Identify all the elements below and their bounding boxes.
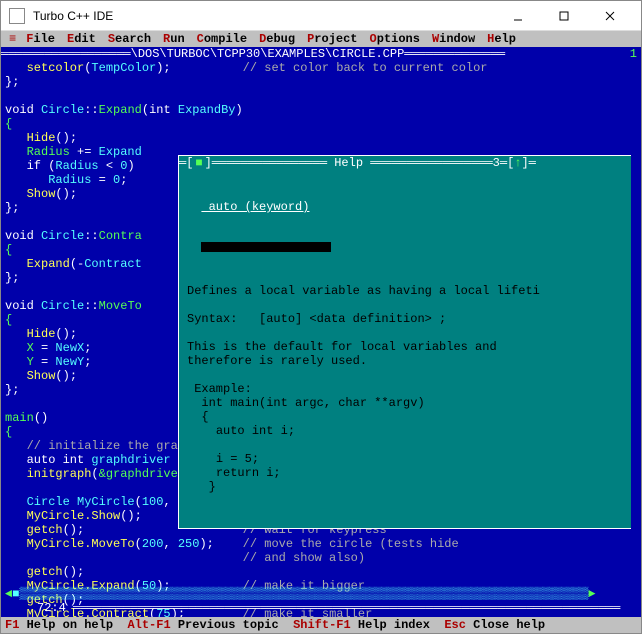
code-line[interactable]: Hide(); [5,131,637,145]
help-line: This is the default for local variables … [187,340,629,354]
window-number: 1 [630,47,637,61]
close-button[interactable] [587,1,633,31]
help-window[interactable]: ═[■]════════════════ Help ══════════════… [178,155,638,529]
vertical-scrollbar[interactable] [631,61,640,601]
menu-item-edit[interactable]: Edit [67,32,96,46]
editor-frame-bottom: ◄ ■▒▒▒▒▒▒▒▒▒▒▒▒▒▒▒▒▒▒▒▒▒▒▒▒▒▒▒▒▒▒▒▒▒▒▒▒▒… [1,587,641,601]
help-line: auto int i; [187,424,629,438]
help-line: int main(int argc, char **argv) [187,396,629,410]
help-titlebar[interactable]: ═[■]════════════════ Help ══════════════… [179,156,637,170]
menu-item-debug[interactable]: Debug [259,32,295,46]
help-line: return i; [187,466,629,480]
menu-item-search[interactable]: Search [108,32,151,46]
editor-frame-top: ══════════════════ \DOS\TURBOC\TCPP30\EX… [1,47,641,61]
help-line: i = 5; [187,452,629,466]
code-line[interactable]: // and show also) [5,551,637,565]
menu-bar[interactable]: ≡ File Edit Search Run Compile Debug Project Op… [1,31,641,47]
help-line: } [187,480,629,494]
system-menu-glyph[interactable]: ≡ [9,32,16,46]
minimize-icon [513,11,523,21]
help-line: Defines a local variable as having a loc… [187,284,629,298]
scroll-right-icon[interactable]: ► [588,587,595,601]
menu-item-compile[interactable]: Compile [197,32,247,46]
file-path-label: \DOS\TURBOC\TCPP30\EXAMPLES\CIRCLE.CPP [131,47,405,61]
help-line [187,298,629,312]
cursor-position-row: 72:4 ═══════════════════════════════════… [1,601,641,615]
scroll-left-icon[interactable]: ◄ [5,587,12,601]
help-line: { [187,410,629,424]
cursor-position: 72:4 [37,601,66,615]
help-line: Syntax: [auto] <data definition> ; [187,312,629,326]
system-menu-icon[interactable] [9,8,25,24]
scroll-up-icon[interactable] [631,61,640,75]
close-icon [605,11,615,21]
app-window: Turbo C++ IDE ≡ File Edit Search Run Compile… [0,0,642,634]
code-line[interactable] [5,89,637,103]
help-line [187,326,629,340]
window-title: Turbo C++ IDE [33,9,495,23]
code-line[interactable]: { [5,117,637,131]
code-line[interactable]: MyCircle.MoveTo(200, 250); // move the c… [5,537,637,551]
help-line [187,368,629,382]
help-window-number: 3 [493,156,500,170]
status-label: Help index [351,618,445,632]
status-label: Help on help [19,618,127,632]
help-line: therefore is rarely used. [187,354,629,368]
editor-frame: ══════════════════ \DOS\TURBOC\TCPP30\EX… [1,47,641,617]
menu-item-window[interactable]: Window [432,32,475,46]
status-key[interactable]: F1 [5,618,19,632]
titlebar[interactable]: Turbo C++ IDE [1,1,641,31]
status-bar[interactable]: F1 Help on help Alt-F1 Previous topic Sh… [1,617,641,633]
menu-item-help[interactable]: Help [487,32,516,46]
status-key[interactable]: Esc [444,618,466,632]
help-line: Example: [187,382,629,396]
code-line[interactable]: setcolor(TempColor); // set color back t… [5,61,637,75]
status-label: Close help [466,618,545,632]
menu-item-options[interactable]: Options [370,32,420,46]
titlebar-buttons [495,1,633,31]
help-heading: auto (keyword) [201,200,309,214]
help-close-icon[interactable]: ■ [195,156,202,170]
menu-item-run[interactable]: Run [163,32,185,46]
code-line[interactable]: getch(); [5,565,637,579]
menu-item-project[interactable]: Project [307,32,357,46]
code-line[interactable]: void Circle::Expand(int ExpandBy) [5,103,637,117]
minimize-button[interactable] [495,1,541,31]
help-title: Help [334,156,363,170]
status-key[interactable]: Alt-F1 [127,618,170,632]
maximize-icon [559,11,569,21]
status-label: Previous topic [171,618,293,632]
help-body[interactable]: auto (keyword) Defines a local variable … [179,170,637,528]
horizontal-scrollbar[interactable]: ■▒▒▒▒▒▒▒▒▒▒▒▒▒▒▒▒▒▒▒▒▒▒▒▒▒▒▒▒▒▒▒▒▒▒▒▒▒▒▒… [12,587,588,601]
code-line[interactable]: }; [5,75,637,89]
help-cursor-block [201,242,331,252]
maximize-button[interactable] [541,1,587,31]
help-up-arrow-icon[interactable]: ↑ [514,156,521,170]
menu-item-file[interactable]: File [26,32,55,46]
help-line [187,438,629,452]
status-key[interactable]: Shift-F1 [293,618,351,632]
